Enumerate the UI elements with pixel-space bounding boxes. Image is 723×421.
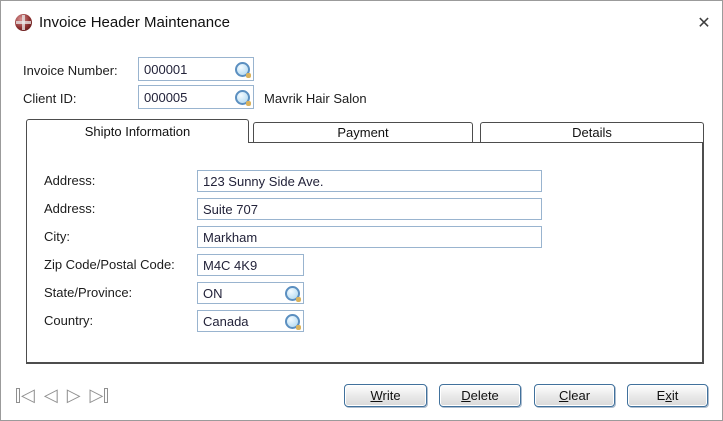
client-name-text: Mavrik Hair Salon (264, 91, 367, 106)
clear-button[interactable]: Clear (534, 384, 615, 407)
client-id-field-box (138, 85, 254, 109)
first-record-button[interactable]: ◁ (16, 385, 35, 405)
tab-payment-label: Payment (337, 125, 388, 140)
invoice-header-maintenance-window: Invoice Header Maintenance ✕ Invoice Num… (0, 0, 723, 421)
address1-row: Address: (27, 170, 702, 192)
previous-record-icon: ◁ (44, 385, 58, 405)
address2-row: Address: (27, 198, 702, 220)
invoice-number-input[interactable] (139, 62, 234, 77)
invoice-number-lookup-icon[interactable] (234, 61, 251, 78)
state-province-label: State/Province: (44, 285, 132, 300)
tab-details[interactable]: Details (480, 122, 704, 142)
delete-button-label: Delete (461, 388, 499, 403)
first-record-bar-icon (16, 388, 20, 403)
exit-button-label: Exit (657, 388, 679, 403)
window-title: Invoice Header Maintenance (39, 14, 230, 31)
record-navigation: ◁ ◁ ▷ ▷ (16, 385, 108, 405)
city-input[interactable] (198, 230, 541, 245)
address2-label: Address: (44, 201, 95, 216)
address1-field-box (197, 170, 542, 192)
state-province-field-box (197, 282, 304, 304)
state-province-input[interactable] (198, 286, 284, 301)
delete-button[interactable]: Delete (439, 384, 521, 407)
zip-postal-row: Zip Code/Postal Code: (27, 254, 702, 276)
client-id-input[interactable] (139, 90, 234, 105)
address1-input[interactable] (198, 174, 541, 189)
client-id-lookup-icon[interactable] (234, 89, 251, 106)
clear-button-label: Clear (559, 388, 590, 403)
zip-postal-label: Zip Code/Postal Code: (44, 257, 175, 272)
city-row: City: (27, 226, 702, 248)
close-icon: ✕ (697, 13, 710, 33)
tab-shipto-information-label: Shipto Information (85, 124, 191, 139)
country-row: Country: (27, 310, 702, 332)
address2-field-box (197, 198, 542, 220)
previous-record-button[interactable]: ◁ (44, 385, 58, 405)
exit-button[interactable]: Exit (627, 384, 708, 407)
country-input[interactable] (198, 314, 284, 329)
address2-input[interactable] (198, 202, 541, 217)
next-record-icon: ▷ (67, 385, 81, 405)
close-button[interactable]: ✕ (691, 10, 717, 36)
tab-shipto-information[interactable]: Shipto Information (26, 119, 249, 143)
app-icon (15, 14, 32, 31)
shipto-information-panel: Address: Address: City: Zip Code/Postal … (26, 142, 704, 364)
write-button[interactable]: Write (344, 384, 427, 407)
invoice-number-label: Invoice Number: (23, 63, 118, 78)
address1-label: Address: (44, 173, 95, 188)
tab-payment[interactable]: Payment (253, 122, 473, 142)
client-id-label: Client ID: (23, 91, 76, 106)
city-label: City: (44, 229, 70, 244)
invoice-number-field-box (138, 57, 254, 81)
first-record-triangle-icon: ◁ (21, 385, 35, 405)
tab-details-label: Details (572, 125, 612, 140)
country-field-box (197, 310, 304, 332)
country-lookup-icon[interactable] (284, 313, 301, 330)
state-province-row: State/Province: (27, 282, 702, 304)
city-field-box (197, 226, 542, 248)
last-record-button[interactable]: ▷ (90, 385, 109, 405)
next-record-button[interactable]: ▷ (67, 385, 81, 405)
zip-postal-field-box (197, 254, 304, 276)
state-province-lookup-icon[interactable] (284, 285, 301, 302)
zip-postal-input[interactable] (198, 258, 303, 273)
last-record-triangle-icon: ▷ (90, 385, 104, 405)
country-label: Country: (44, 313, 93, 328)
write-button-label: Write (370, 388, 400, 403)
last-record-bar-icon (104, 388, 108, 403)
